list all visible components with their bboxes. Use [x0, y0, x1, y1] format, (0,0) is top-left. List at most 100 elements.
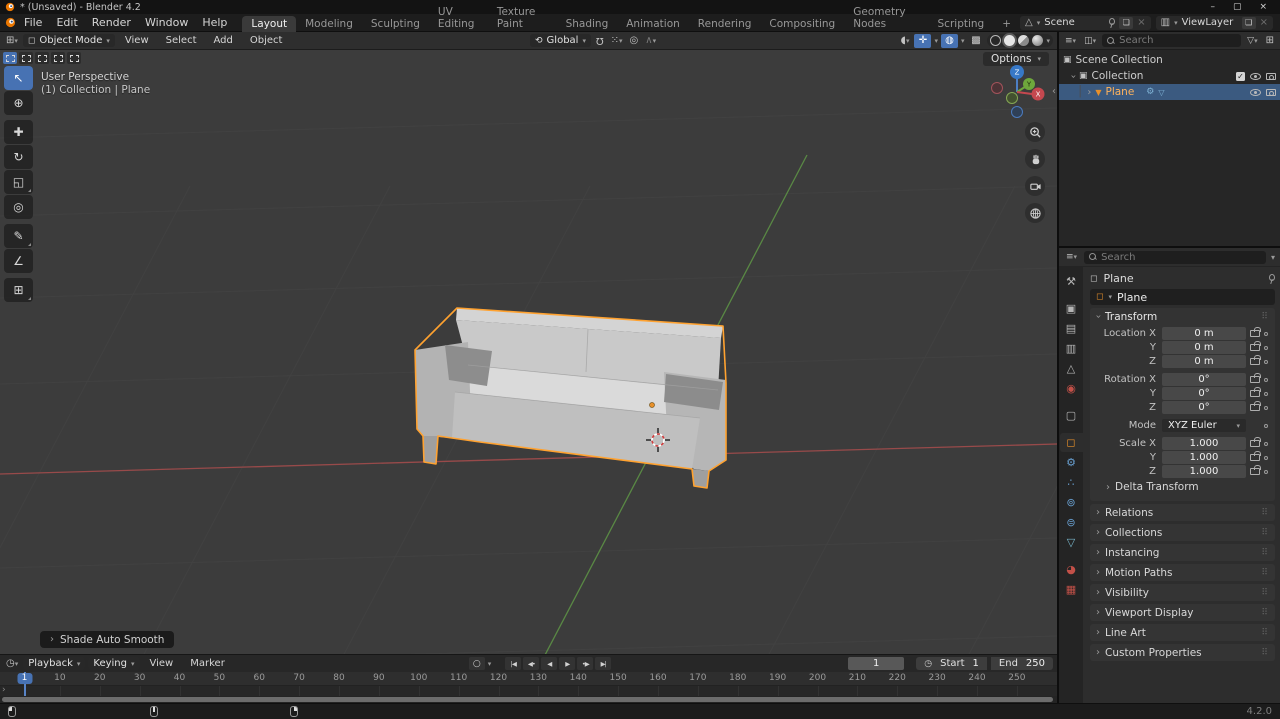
workspace-tab-modeling[interactable]: Modeling — [296, 16, 362, 32]
properties-tab-texture[interactable]: ▦ — [1060, 580, 1083, 599]
menu-file[interactable]: File — [17, 14, 49, 31]
sidebar-toggle-arrow[interactable]: ‹ — [1052, 86, 1056, 97]
new-collection-icon[interactable]: ⊞ — [1264, 35, 1276, 46]
animate-dot[interactable] — [1264, 345, 1268, 350]
properties-tab-data[interactable]: ▽ — [1060, 533, 1083, 552]
outliner-row-plane[interactable]: │ › ▼ Plane ⚙ ▽ — [1059, 84, 1280, 100]
play-reverse-icon[interactable]: ◀ — [541, 657, 558, 670]
workspace-tab-compositing[interactable]: Compositing — [760, 16, 844, 32]
maximize-button[interactable]: ▢ — [1233, 2, 1242, 12]
modifier-wrench-icon[interactable]: ⚙ — [1146, 87, 1154, 97]
timeline-editor-type-icon[interactable]: ◷▾ — [4, 658, 20, 669]
properties-tab-scene[interactable]: △ — [1060, 359, 1083, 378]
camera-view-icon[interactable] — [1025, 176, 1045, 196]
properties-options-dropdown[interactable]: ▾ — [1271, 253, 1275, 262]
playhead-badge[interactable]: 1 — [17, 673, 32, 684]
animate-dot[interactable] — [1264, 455, 1268, 460]
tool-measure-icon[interactable]: ∠ — [4, 249, 33, 273]
outliner-search-input[interactable]: Search — [1102, 34, 1242, 47]
new-view-layer-button[interactable]: ❏ — [1241, 16, 1256, 29]
falloff-curve-icon[interactable]: ∧▾ — [643, 35, 658, 46]
collection-expand-arrow[interactable]: › — [1068, 74, 1079, 78]
panel-viewport-display[interactable]: › Viewport Display ⠿ — [1090, 604, 1275, 621]
location-z-field[interactable]: 0 m — [1162, 355, 1246, 368]
animate-dot[interactable] — [1264, 377, 1268, 382]
workspace-tab-sculpting[interactable]: Sculpting — [362, 16, 429, 32]
select-invert-icon[interactable] — [51, 52, 65, 64]
perspective-toggle-icon[interactable] — [1025, 203, 1045, 223]
animate-dot[interactable] — [1264, 423, 1268, 428]
workspace-tab-texture-paint[interactable]: Texture Paint — [488, 4, 557, 32]
zoom-icon[interactable] — [1025, 122, 1045, 142]
material-preview-icon[interactable] — [1018, 35, 1030, 46]
collection-visibility-eye-icon[interactable] — [1250, 72, 1261, 80]
snap-target-icon[interactable]: ⁙▾ — [609, 35, 625, 46]
location-x-field[interactable]: 0 m — [1162, 327, 1246, 340]
collection-render-camera-icon[interactable] — [1266, 72, 1276, 80]
outliner-row-collection[interactable]: › ▣ Collection ✓ — [1059, 68, 1280, 84]
unlink-scene-icon[interactable]: × — [1137, 17, 1145, 28]
operator-panel-shade-auto-smooth[interactable]: › Shade Auto Smooth — [40, 631, 175, 648]
workspace-add-tab[interactable]: + — [993, 16, 1020, 32]
timeline-marker-menu[interactable]: Marker — [183, 655, 232, 672]
tool-cursor-icon[interactable]: ⊕ — [4, 91, 33, 115]
workspace-tab-scripting[interactable]: Scripting — [929, 16, 994, 32]
vp-menu-add[interactable]: Add — [207, 32, 240, 49]
next-keyframe-icon[interactable]: •▶ — [577, 657, 594, 670]
viewport-3d[interactable]: User Perspective (1) Collection | Plane … — [0, 50, 1057, 654]
panel-line-art[interactable]: › Line Art ⠿ — [1090, 624, 1275, 641]
panel-collections[interactable]: › Collections ⠿ — [1090, 524, 1275, 541]
geometry-nodes-icon[interactable]: ▽ — [1158, 88, 1164, 97]
workspace-tab-shading[interactable]: Shading — [557, 16, 618, 32]
plane-expand-arrow[interactable]: › — [1087, 87, 1091, 98]
show-gizmo-toggle[interactable]: ✛ — [914, 33, 932, 48]
properties-tab-physics[interactable]: ⊚ — [1060, 493, 1083, 512]
filter-icon[interactable]: ▽▾ — [1245, 36, 1259, 46]
scale-x-field[interactable]: 1.000 — [1162, 437, 1246, 450]
properties-tab-material[interactable]: ◕ — [1060, 560, 1083, 579]
menu-render[interactable]: Render — [85, 14, 138, 31]
properties-tab-collection[interactable]: ▢ — [1060, 406, 1083, 425]
lock-icon[interactable] — [1250, 355, 1261, 365]
vp-menu-object[interactable]: Object — [243, 32, 290, 49]
tool-rotate-icon[interactable]: ↻ — [4, 145, 33, 169]
lock-icon[interactable] — [1250, 373, 1261, 383]
solid-shading-icon[interactable] — [1004, 35, 1016, 46]
editor-type-icon[interactable]: ⊞▾ — [4, 35, 20, 46]
orientation-dropdown[interactable]: ⟲ Global ▾ — [530, 34, 591, 47]
lock-icon[interactable] — [1250, 451, 1261, 461]
wireframe-shading-icon[interactable] — [990, 35, 1002, 46]
rotation-z-field[interactable]: 0° — [1162, 401, 1246, 414]
blender-menu-icon[interactable] — [3, 15, 17, 30]
plane-render-camera-icon[interactable] — [1266, 88, 1276, 96]
pan-hand-icon[interactable] — [1025, 149, 1045, 169]
timeline-view-menu[interactable]: View — [143, 655, 181, 672]
remove-view-layer-icon[interactable]: × — [1260, 17, 1268, 28]
animate-dot[interactable] — [1264, 391, 1268, 396]
tool-annotate-icon[interactable]: ✎ — [4, 224, 33, 248]
select-subtract-icon[interactable] — [35, 52, 49, 64]
properties-editor-type-icon[interactable]: ≡▾ — [1064, 252, 1079, 262]
lock-icon[interactable] — [1250, 465, 1261, 475]
select-intersect-icon[interactable] — [67, 52, 81, 64]
workspace-tab-geometry-nodes[interactable]: Geometry Nodes — [844, 4, 928, 32]
auto-keying-dropdown[interactable]: ▾ — [488, 660, 492, 668]
panel-custom-properties[interactable]: › Custom Properties ⠿ — [1090, 644, 1275, 661]
lock-icon[interactable] — [1250, 327, 1261, 337]
plane-visibility-eye-icon[interactable] — [1250, 88, 1261, 96]
panel-motion-paths[interactable]: › Motion Paths ⠿ — [1090, 564, 1275, 581]
delta-transform-panel-header[interactable]: › Delta Transform — [1090, 479, 1271, 495]
animate-dot[interactable] — [1264, 331, 1268, 336]
vp-menu-view[interactable]: View — [118, 32, 156, 49]
properties-tab-particles[interactable]: ∴ — [1060, 473, 1083, 492]
play-icon[interactable]: ▶ — [559, 657, 576, 670]
rotation-mode-dropdown[interactable]: XYZ Euler ▾ — [1162, 419, 1246, 432]
select-set-icon[interactable] — [3, 52, 17, 64]
outliner-display-mode-icon[interactable]: ◫▾ — [1082, 36, 1098, 46]
collection-checkbox[interactable]: ✓ — [1236, 71, 1245, 81]
properties-tab-output[interactable]: ▤ — [1060, 319, 1083, 338]
properties-search-input[interactable]: Search — [1084, 250, 1266, 264]
timeline-ruler[interactable]: › 1 10 20 30 40 50 60 70 80 90 100 110 120 130 140 150… — [0, 672, 1057, 696]
rotation-x-field[interactable]: 0° — [1162, 373, 1246, 386]
scene-selector[interactable]: △ ▾ Scene ❏ × — [1020, 15, 1151, 30]
